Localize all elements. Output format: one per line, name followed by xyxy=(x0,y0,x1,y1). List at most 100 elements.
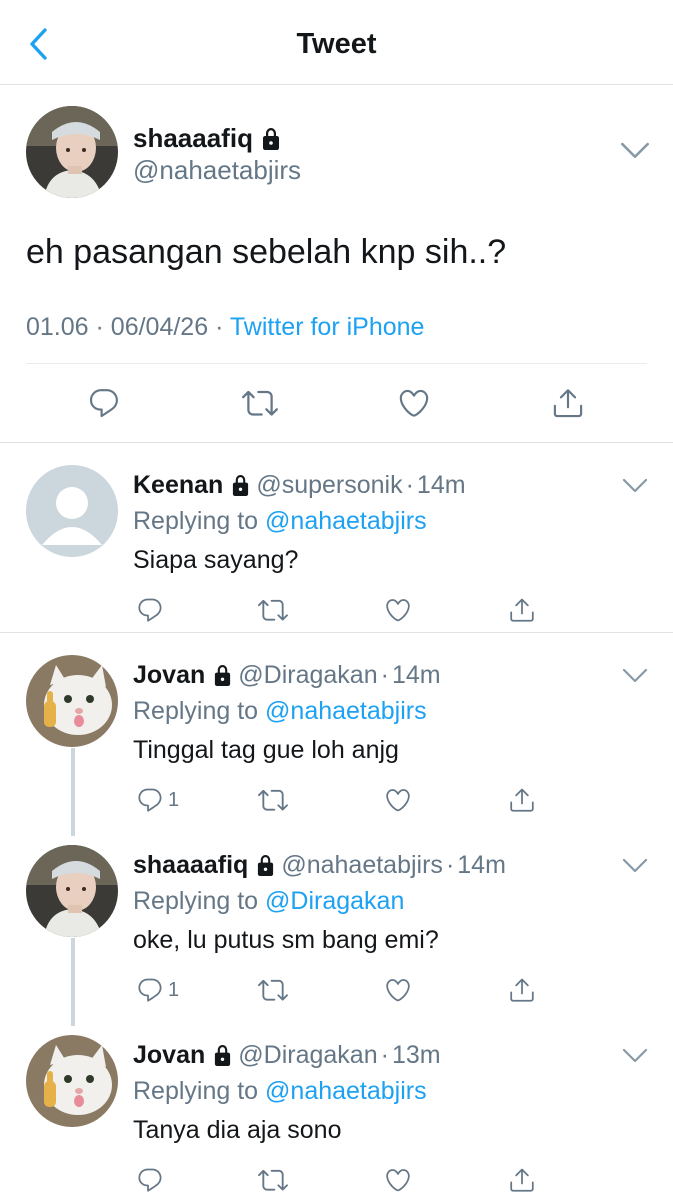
mention-link[interactable]: @nahaetabjirs xyxy=(265,507,427,535)
chevron-down-icon[interactable] xyxy=(620,140,650,162)
tweet-meta: 01.06 · 06/04/26 · Twitter for iPhone xyxy=(26,313,424,342)
avatar[interactable] xyxy=(26,845,118,937)
person-avatar xyxy=(26,845,118,937)
tweet-actions xyxy=(0,383,673,423)
reply-text: Siapa sayang? xyxy=(133,546,299,574)
reply-header: Jovan @Diragakan · 14m xyxy=(133,661,441,690)
reply-actions xyxy=(0,593,673,627)
reply-button[interactable]: 1 xyxy=(136,783,179,817)
reply-text: Tanya dia aja sono xyxy=(133,1116,342,1144)
share-icon xyxy=(508,976,536,1004)
reply-button[interactable]: 1 xyxy=(136,973,179,1007)
reply-header: Jovan @Diragakan · 13m xyxy=(133,1041,441,1070)
heart-icon xyxy=(384,1166,412,1194)
author-display-name[interactable]: Keenan xyxy=(133,471,223,500)
heart-icon xyxy=(397,386,431,420)
meta-separator: · xyxy=(380,1041,389,1069)
reply-tweet[interactable]: Keenan @supersonik · 14m Replying to @na… xyxy=(0,443,673,633)
like-button[interactable] xyxy=(384,973,412,1007)
reply-time: 14m xyxy=(416,471,466,499)
tweet-text: eh pasangan sebelah knp sih..? xyxy=(26,233,507,271)
avatar[interactable] xyxy=(26,106,118,198)
replying-to-label: Replying to xyxy=(133,507,259,535)
avatar[interactable] xyxy=(26,465,118,557)
retweet-button[interactable] xyxy=(258,973,288,1007)
reply-time: 13m xyxy=(391,1041,441,1069)
retweet-icon xyxy=(242,385,278,421)
reply-actions: 1 xyxy=(0,783,673,817)
share-button[interactable] xyxy=(508,973,536,1007)
tweet-date: 06/04/26 xyxy=(110,313,209,341)
reply-button[interactable] xyxy=(136,1163,168,1197)
retweet-icon xyxy=(258,1165,288,1195)
meta-separator: · xyxy=(95,313,104,341)
chevron-down-icon[interactable] xyxy=(622,667,648,685)
like-button[interactable] xyxy=(394,383,434,423)
reply-text: Tinggal tag gue loh anjg xyxy=(133,736,399,764)
author-handle[interactable]: @nahaetabjirs xyxy=(281,851,443,880)
share-icon xyxy=(508,596,536,624)
replying-to: Replying to @nahaetabjirs xyxy=(133,1077,427,1106)
chevron-down-icon[interactable] xyxy=(622,1047,648,1065)
lock-icon xyxy=(256,854,275,877)
reply-header: Keenan @supersonik · 14m xyxy=(133,471,466,500)
share-button[interactable] xyxy=(508,1163,536,1197)
mention-link[interactable]: @Diragakan xyxy=(265,887,404,915)
avatar[interactable] xyxy=(26,655,118,747)
author-handle[interactable]: @nahaetabjirs xyxy=(133,155,301,186)
reply-time: 14m xyxy=(457,851,506,879)
replying-to-label: Replying to xyxy=(133,697,259,725)
share-button[interactable] xyxy=(508,783,536,817)
share-icon xyxy=(508,786,536,814)
reply-button[interactable] xyxy=(84,383,124,423)
lock-icon xyxy=(231,474,250,497)
reply-time: 14m xyxy=(391,661,441,689)
cat-avatar xyxy=(26,655,118,747)
reply-tweet[interactable]: Jovan @Diragakan · 14m Replying to @naha… xyxy=(0,633,673,823)
reply-header: shaaaafiq @nahaetabjirs · 14m xyxy=(133,851,506,880)
retweet-button[interactable] xyxy=(240,383,280,423)
share-icon xyxy=(551,386,585,420)
avatar[interactable] xyxy=(26,1035,118,1127)
meta-separator: · xyxy=(215,313,224,341)
author-display-name[interactable]: shaaaafiq xyxy=(133,851,248,880)
chevron-down-icon[interactable] xyxy=(622,477,648,495)
author-handle[interactable]: @Diragakan xyxy=(238,661,377,690)
share-icon xyxy=(508,1166,536,1194)
retweet-icon xyxy=(258,785,288,815)
reply-icon xyxy=(136,786,164,814)
chevron-down-icon[interactable] xyxy=(622,857,648,875)
share-button[interactable] xyxy=(508,593,536,627)
lock-icon xyxy=(261,127,281,151)
reply-actions: 1 xyxy=(0,973,673,1007)
like-button[interactable] xyxy=(384,593,412,627)
meta-separator: · xyxy=(380,661,389,689)
retweet-button[interactable] xyxy=(258,783,288,817)
author-handle[interactable]: @Diragakan xyxy=(238,1041,377,1070)
retweet-button[interactable] xyxy=(258,1163,288,1197)
retweet-icon xyxy=(258,975,288,1005)
reply-count: 1 xyxy=(168,788,180,811)
author-display-name[interactable]: Jovan xyxy=(133,1041,205,1070)
like-button[interactable] xyxy=(384,1163,412,1197)
replying-to: Replying to @nahaetabjirs xyxy=(133,697,427,726)
like-button[interactable] xyxy=(384,783,412,817)
mention-link[interactable]: @nahaetabjirs xyxy=(265,697,427,725)
reply-button[interactable] xyxy=(136,593,168,627)
tweet-source-link[interactable]: Twitter for iPhone xyxy=(230,313,425,341)
lock-icon xyxy=(213,664,232,687)
reply-tweet[interactable]: Jovan @Diragakan · 13m Replying to @naha… xyxy=(0,1013,673,1200)
retweet-icon xyxy=(258,595,288,625)
meta-separator: · xyxy=(445,851,455,879)
author-handle[interactable]: @supersonik xyxy=(256,471,402,500)
author-name[interactable]: shaaaafiq xyxy=(133,123,281,154)
mention-link[interactable]: @nahaetabjirs xyxy=(265,1077,427,1105)
meta-separator: · xyxy=(405,471,414,499)
author-display-name[interactable]: Jovan xyxy=(133,661,205,690)
reply-tweet[interactable]: shaaaafiq @nahaetabjirs · 14m Replying t… xyxy=(0,823,673,1013)
share-button[interactable] xyxy=(548,383,588,423)
reply-icon xyxy=(136,596,164,624)
retweet-button[interactable] xyxy=(258,593,288,627)
heart-icon xyxy=(384,976,412,1004)
reply-icon xyxy=(87,386,121,420)
